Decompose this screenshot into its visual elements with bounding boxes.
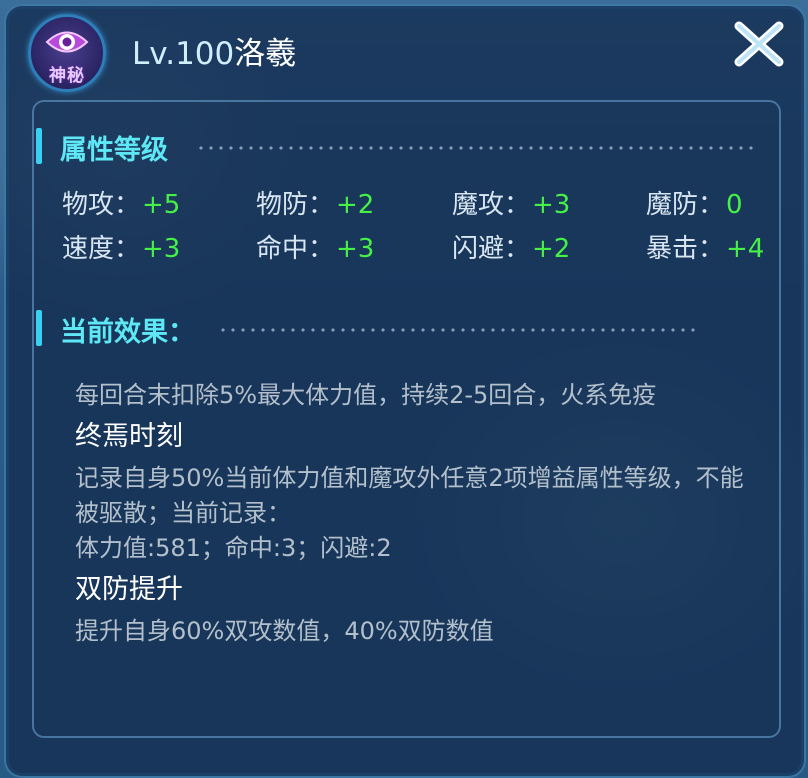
close-button[interactable]	[733, 20, 785, 68]
pet-name: 洛羲	[234, 36, 297, 72]
rarity-badge: 神秘	[28, 14, 106, 92]
pet-title: Lv.100洛羲	[132, 34, 296, 74]
section-marker	[36, 310, 42, 346]
stat-value: +3	[532, 190, 571, 220]
effect-record: 体力值:581；命中:3；闪避:2	[75, 534, 392, 562]
stat-label: 闪避：	[452, 234, 531, 264]
stat-item: 速度：+3	[62, 228, 180, 265]
base-effect-text: 每回合末扣除5%最大体力值，持续2-5回合，火系免疫	[75, 381, 657, 409]
stat-item: 闪避：+2	[452, 228, 570, 265]
stat-value: +2	[336, 190, 375, 220]
panel-header: 神秘 Lv.100洛羲	[0, 0, 808, 95]
stat-value: +3	[142, 234, 181, 264]
stat-label: 暴击：	[646, 234, 725, 264]
section-marker	[36, 128, 42, 164]
stat-value: +4	[726, 234, 765, 264]
section-divider	[196, 146, 756, 150]
stat-item: 物攻：+5	[62, 184, 180, 221]
stat-label: 命中：	[256, 234, 335, 264]
stat-item: 魔防：0	[646, 184, 743, 221]
stat-label: 物防：	[256, 190, 335, 220]
effect-description: 记录自身50%当前体力值和魔攻外任意2项增益属性等级，不能被驱散；当前记录：	[75, 464, 744, 527]
stat-item: 魔攻：+3	[452, 184, 570, 221]
close-icon	[734, 21, 784, 67]
stat-label: 魔攻：	[452, 190, 531, 220]
effect-name: 终焉时刻	[75, 421, 183, 452]
effect-description: 提升自身60%双攻数值，40%双防数值	[75, 617, 494, 645]
rarity-label: 神秘	[49, 66, 85, 86]
effect-section-title: 当前效果：	[60, 317, 195, 348]
attr-section-title: 属性等级	[60, 135, 168, 166]
pet-level: Lv.100	[132, 36, 235, 72]
stat-value: +3	[336, 234, 375, 264]
stat-label: 魔防：	[646, 190, 725, 220]
eye-icon	[45, 31, 89, 53]
stat-label: 物攻：	[62, 190, 141, 220]
section-divider	[218, 328, 698, 332]
stat-item: 命中：+3	[256, 228, 374, 265]
stat-value: 0	[726, 190, 743, 220]
effects-list: 每回合末扣除5%最大体力值，持续2-5回合，火系免疫 终焉时刻 记录自身50%当…	[75, 378, 755, 649]
effect-name: 双防提升	[75, 574, 183, 605]
stat-value: +5	[142, 190, 181, 220]
stat-item: 暴击：+4	[646, 228, 764, 265]
stat-label: 速度：	[62, 234, 141, 264]
stat-item: 物防：+2	[256, 184, 374, 221]
stat-value: +2	[532, 234, 571, 264]
